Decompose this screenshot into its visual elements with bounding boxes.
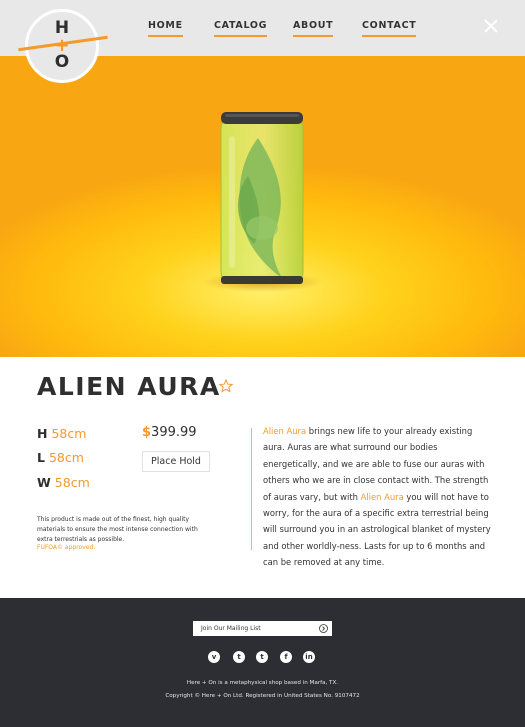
logo-letter-o: O	[54, 52, 70, 72]
dimension-width: W 58cm	[37, 475, 90, 490]
vimeo-icon[interactable]: v	[208, 651, 220, 663]
description-text: you will not have to worry, for the aura…	[263, 491, 491, 568]
nav-catalog[interactable]: CATALOG	[214, 20, 268, 37]
footer-copyright: Copyright © Here + On Ltd. Registered in…	[165, 693, 360, 699]
footer-tagline: Here + On is a metaphysical shop based i…	[186, 680, 339, 686]
dimension-key: H	[37, 426, 48, 441]
mailing-list-input[interactable]: Join Our Mailing List	[193, 621, 332, 636]
social-links: v t t f in	[208, 651, 322, 665]
price: $399.99	[142, 425, 197, 440]
star-icon[interactable]	[219, 379, 233, 393]
dimension-value: 58cm	[48, 450, 84, 465]
mailing-list-label: Join Our Mailing List	[201, 625, 261, 632]
product-hero	[0, 56, 525, 357]
price-currency: $	[142, 425, 152, 440]
place-hold-button[interactable]: Place Hold	[142, 451, 210, 472]
description-text: brings new life to your already existing…	[263, 426, 489, 502]
product-title: ALIEN AURA	[37, 372, 221, 401]
dimension-value: 58cm	[54, 475, 90, 490]
product-name-highlight: Alien Aura	[263, 426, 307, 436]
close-icon[interactable]	[481, 16, 501, 36]
dimension-length: L 58cm	[37, 450, 84, 465]
nav-contact[interactable]: CONTACT	[362, 20, 417, 37]
tumblr-icon[interactable]: t	[256, 651, 268, 663]
facebook-icon[interactable]: f	[280, 651, 292, 663]
product-image	[202, 112, 322, 292]
dimension-value: 58cm	[51, 426, 87, 441]
twitter-icon[interactable]: t	[233, 651, 245, 663]
logo[interactable]: H + O	[18, 9, 108, 83]
nav-about[interactable]: ABOUT	[293, 20, 334, 37]
nav-home[interactable]: HOME	[148, 20, 183, 37]
product-note: This product is made out of the finest, …	[37, 516, 198, 543]
product-description: Alien Aura brings new life to your alrea…	[263, 423, 493, 571]
arrow-right-icon[interactable]	[319, 624, 328, 633]
site-footer: Join Our Mailing List v t t f in Here + …	[0, 598, 525, 727]
site-header: H + O HOME CATALOG ABOUT CONTACT	[0, 0, 525, 83]
dimension-key: L	[37, 450, 45, 465]
dimension-key: W	[37, 475, 51, 490]
product-name-highlight: Alien Aura	[360, 491, 404, 502]
dimension-height: H 58cm	[37, 426, 86, 441]
price-value: 399.99	[151, 425, 197, 440]
approval-note: FUFOA© approved.	[37, 544, 96, 551]
linkedin-icon[interactable]: in	[303, 651, 315, 663]
divider	[251, 428, 252, 550]
